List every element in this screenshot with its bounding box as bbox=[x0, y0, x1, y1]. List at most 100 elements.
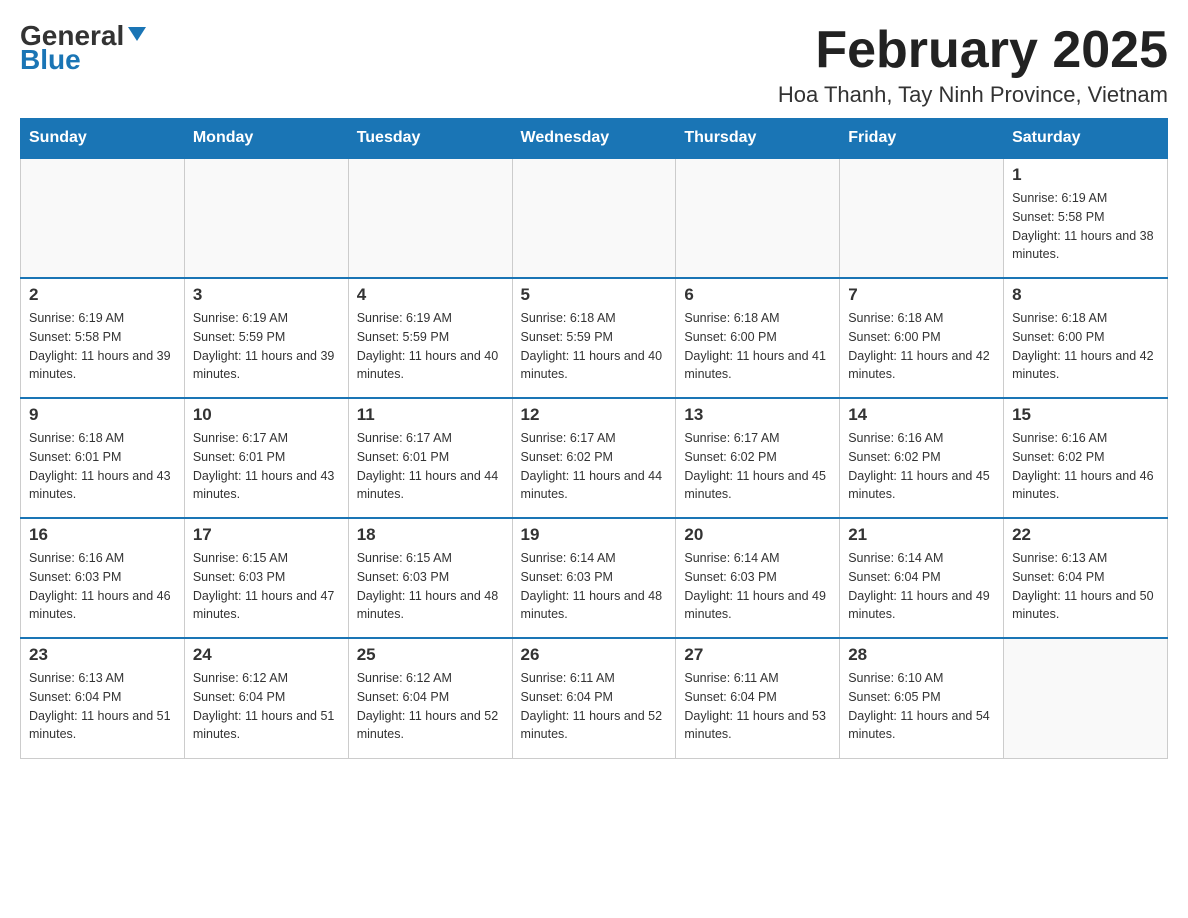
sunset-text: Sunset: 6:03 PM bbox=[29, 568, 176, 587]
calendar-cell: 6 Sunrise: 6:18 AMSunset: 6:00 PMDaylight… bbox=[676, 278, 840, 398]
sunset-text: Sunset: 5:59 PM bbox=[357, 328, 504, 347]
sunrise-text: Sunrise: 6:12 AM bbox=[193, 669, 340, 688]
calendar-cell: 13Sunrise: 6:17 AMSunset: 6:02 PMDayligh… bbox=[676, 398, 840, 518]
sunset-text: Sunset: 6:04 PM bbox=[357, 688, 504, 707]
sunrise-text: Sunrise: 6:14 AM bbox=[684, 549, 831, 568]
sunset-text: Sunset: 6:00 PM bbox=[1012, 328, 1159, 347]
daylight-text: Daylight: 11 hours and 51 minutes. bbox=[193, 707, 340, 745]
sunset-text: Sunset: 5:58 PM bbox=[29, 328, 176, 347]
calendar-header-thursday: Thursday bbox=[676, 119, 840, 159]
day-number: 6 bbox=[684, 285, 831, 305]
sunrise-text: Sunrise: 6:16 AM bbox=[848, 429, 995, 448]
day-number: 17 bbox=[193, 525, 340, 545]
sunset-text: Sunset: 5:59 PM bbox=[193, 328, 340, 347]
sunrise-text: Sunrise: 6:11 AM bbox=[684, 669, 831, 688]
day-number: 5 bbox=[521, 285, 668, 305]
day-info: Sunrise: 6:18 AMSunset: 6:00 PMDaylight:… bbox=[684, 309, 831, 384]
title-area: February 2025 Hoa Thanh, Tay Ninh Provin… bbox=[778, 20, 1168, 108]
sunrise-text: Sunrise: 6:12 AM bbox=[357, 669, 504, 688]
sunrise-text: Sunrise: 6:11 AM bbox=[521, 669, 668, 688]
sunset-text: Sunset: 6:04 PM bbox=[29, 688, 176, 707]
day-info: Sunrise: 6:19 AMSunset: 5:58 PMDaylight:… bbox=[29, 309, 176, 384]
daylight-text: Daylight: 11 hours and 39 minutes. bbox=[193, 347, 340, 385]
calendar-cell: 25 Sunrise: 6:12 AMSunset: 6:04 PMDayligh… bbox=[348, 638, 512, 758]
sunrise-text: Sunrise: 6:18 AM bbox=[1012, 309, 1159, 328]
week-row-5: 23Sunrise: 6:13 AMSunset: 6:04 PMDayligh… bbox=[21, 638, 1168, 758]
sunset-text: Sunset: 6:01 PM bbox=[357, 448, 504, 467]
day-number: 10 bbox=[193, 405, 340, 425]
calendar-cell: 12Sunrise: 6:17 AMSunset: 6:02 PMDayligh… bbox=[512, 398, 676, 518]
calendar-header-tuesday: Tuesday bbox=[348, 119, 512, 159]
sunset-text: Sunset: 6:02 PM bbox=[1012, 448, 1159, 467]
calendar-cell: 7Sunrise: 6:18 AMSunset: 6:00 PMDaylight… bbox=[840, 278, 1004, 398]
daylight-text: Daylight: 11 hours and 43 minutes. bbox=[193, 467, 340, 505]
sunset-text: Sunset: 5:58 PM bbox=[1012, 208, 1159, 227]
day-info: Sunrise: 6:12 AMSunset: 6:04 PMDaylight:… bbox=[357, 669, 504, 744]
day-info: Sunrise: 6:18 AMSunset: 5:59 PMDaylight:… bbox=[521, 309, 668, 384]
sunrise-text: Sunrise: 6:16 AM bbox=[29, 549, 176, 568]
day-info: Sunrise: 6:19 AMSunset: 5:59 PMDaylight:… bbox=[357, 309, 504, 384]
sunset-text: Sunset: 6:04 PM bbox=[848, 568, 995, 587]
calendar-header-monday: Monday bbox=[184, 119, 348, 159]
day-info: Sunrise: 6:17 AMSunset: 6:02 PMDaylight:… bbox=[521, 429, 668, 504]
day-number: 2 bbox=[29, 285, 176, 305]
day-number: 24 bbox=[193, 645, 340, 665]
day-number: 13 bbox=[684, 405, 831, 425]
daylight-text: Daylight: 11 hours and 45 minutes. bbox=[848, 467, 995, 505]
day-number: 25 bbox=[357, 645, 504, 665]
day-number: 27 bbox=[684, 645, 831, 665]
calendar-cell bbox=[1004, 638, 1168, 758]
day-info: Sunrise: 6:16 AMSunset: 6:03 PMDaylight:… bbox=[29, 549, 176, 624]
sunrise-text: Sunrise: 6:19 AM bbox=[193, 309, 340, 328]
calendar-cell bbox=[184, 158, 348, 278]
day-info: Sunrise: 6:15 AMSunset: 6:03 PMDaylight:… bbox=[357, 549, 504, 624]
sunrise-text: Sunrise: 6:17 AM bbox=[193, 429, 340, 448]
day-number: 15 bbox=[1012, 405, 1159, 425]
day-number: 11 bbox=[357, 405, 504, 425]
week-row-4: 16Sunrise: 6:16 AMSunset: 6:03 PMDayligh… bbox=[21, 518, 1168, 638]
sunrise-text: Sunrise: 6:19 AM bbox=[1012, 189, 1159, 208]
calendar-cell bbox=[348, 158, 512, 278]
calendar-header-sunday: Sunday bbox=[21, 119, 185, 159]
day-number: 8 bbox=[1012, 285, 1159, 305]
daylight-text: Daylight: 11 hours and 49 minutes. bbox=[848, 587, 995, 625]
sunset-text: Sunset: 6:02 PM bbox=[848, 448, 995, 467]
logo-arrow-icon bbox=[126, 23, 148, 45]
sunrise-text: Sunrise: 6:17 AM bbox=[684, 429, 831, 448]
page-title: February 2025 bbox=[778, 20, 1168, 80]
day-info: Sunrise: 6:12 AMSunset: 6:04 PMDaylight:… bbox=[193, 669, 340, 744]
sunset-text: Sunset: 6:00 PM bbox=[848, 328, 995, 347]
day-info: Sunrise: 6:18 AMSunset: 6:00 PMDaylight:… bbox=[848, 309, 995, 384]
day-number: 3 bbox=[193, 285, 340, 305]
daylight-text: Daylight: 11 hours and 52 minutes. bbox=[521, 707, 668, 745]
calendar-cell bbox=[512, 158, 676, 278]
daylight-text: Daylight: 11 hours and 41 minutes. bbox=[684, 347, 831, 385]
daylight-text: Daylight: 11 hours and 51 minutes. bbox=[29, 707, 176, 745]
sunset-text: Sunset: 6:03 PM bbox=[684, 568, 831, 587]
day-info: Sunrise: 6:14 AMSunset: 6:03 PMDaylight:… bbox=[684, 549, 831, 624]
sunrise-text: Sunrise: 6:18 AM bbox=[521, 309, 668, 328]
calendar-cell: 17Sunrise: 6:15 AMSunset: 6:03 PMDayligh… bbox=[184, 518, 348, 638]
calendar-cell bbox=[21, 158, 185, 278]
sunrise-text: Sunrise: 6:13 AM bbox=[29, 669, 176, 688]
daylight-text: Daylight: 11 hours and 42 minutes. bbox=[1012, 347, 1159, 385]
daylight-text: Daylight: 11 hours and 52 minutes. bbox=[357, 707, 504, 745]
calendar-cell: 5 Sunrise: 6:18 AMSunset: 5:59 PMDaylight… bbox=[512, 278, 676, 398]
sunrise-text: Sunrise: 6:18 AM bbox=[684, 309, 831, 328]
calendar-cell: 20Sunrise: 6:14 AMSunset: 6:03 PMDayligh… bbox=[676, 518, 840, 638]
calendar-header-saturday: Saturday bbox=[1004, 119, 1168, 159]
day-info: Sunrise: 6:16 AMSunset: 6:02 PMDaylight:… bbox=[848, 429, 995, 504]
calendar-cell: 19Sunrise: 6:14 AMSunset: 6:03 PMDayligh… bbox=[512, 518, 676, 638]
sunset-text: Sunset: 5:59 PM bbox=[521, 328, 668, 347]
calendar-cell: 1Sunrise: 6:19 AMSunset: 5:58 PMDaylight… bbox=[1004, 158, 1168, 278]
week-row-2: 2Sunrise: 6:19 AMSunset: 5:58 PMDaylight… bbox=[21, 278, 1168, 398]
sunset-text: Sunset: 6:05 PM bbox=[848, 688, 995, 707]
daylight-text: Daylight: 11 hours and 42 minutes. bbox=[848, 347, 995, 385]
sunset-text: Sunset: 6:00 PM bbox=[684, 328, 831, 347]
calendar-header-row: SundayMondayTuesdayWednesdayThursdayFrid… bbox=[21, 119, 1168, 159]
sunset-text: Sunset: 6:04 PM bbox=[1012, 568, 1159, 587]
daylight-text: Daylight: 11 hours and 48 minutes. bbox=[357, 587, 504, 625]
daylight-text: Daylight: 11 hours and 44 minutes. bbox=[521, 467, 668, 505]
calendar-cell: 24 Sunrise: 6:12 AMSunset: 6:04 PMDayligh… bbox=[184, 638, 348, 758]
calendar-cell: 16Sunrise: 6:16 AMSunset: 6:03 PMDayligh… bbox=[21, 518, 185, 638]
